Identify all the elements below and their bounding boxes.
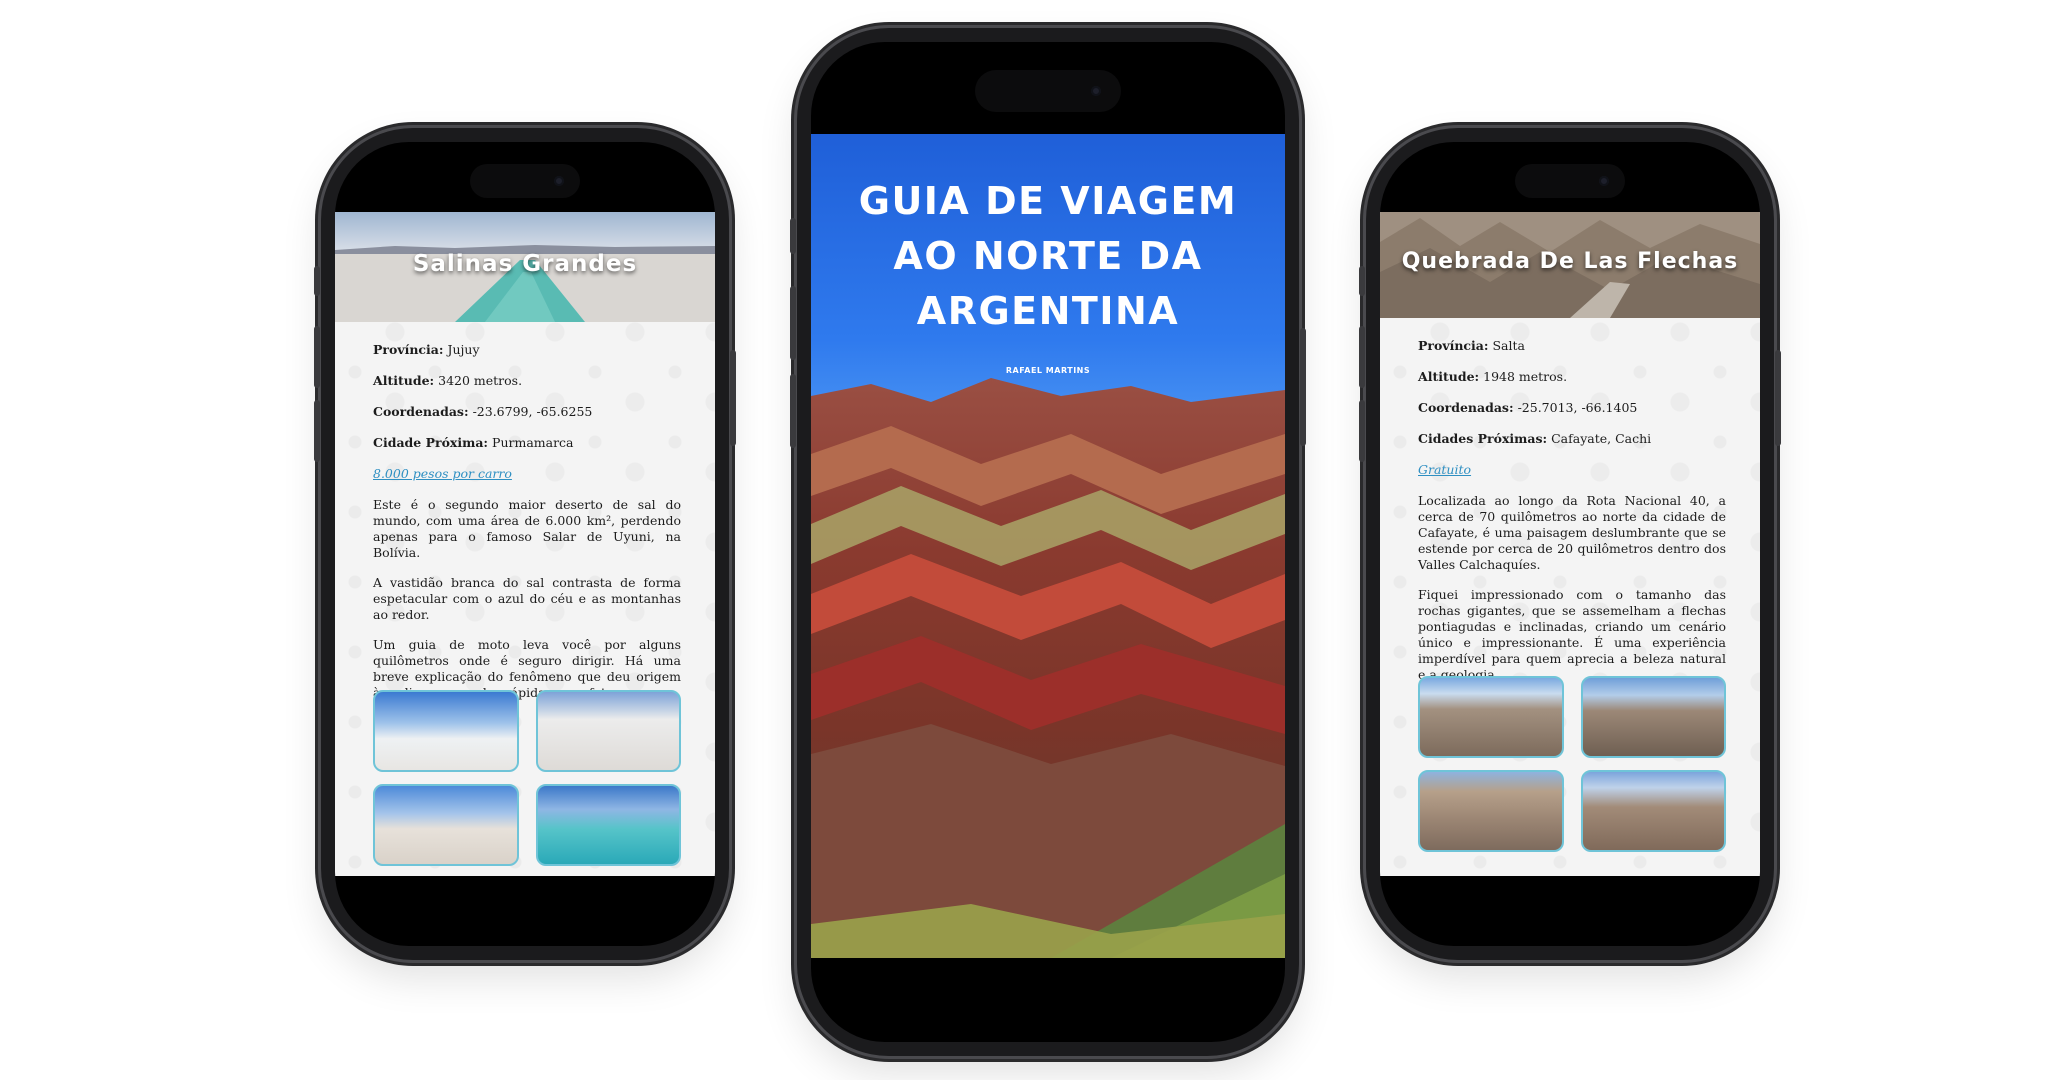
field-provincia: Província: Jujuy — [373, 342, 480, 357]
gallery-photo[interactable] — [373, 784, 519, 866]
field-coordenadas: Coordenadas: -25.7013, -66.1405 — [1418, 400, 1638, 415]
photo-gallery — [373, 690, 681, 866]
field-cidade: Cidade Próxima: Purmamarca — [373, 435, 574, 450]
price-link[interactable]: Gratuito — [1418, 462, 1471, 477]
paragraph: Este é o segundo maior deserto de sal do… — [373, 497, 681, 560]
info-section: Província: Salta Altitude: 1948 metros. … — [1418, 338, 1726, 697]
gallery-photo[interactable] — [1418, 676, 1564, 758]
field-cidades: Cidades Próximas: Cafayate, Cachi — [1418, 431, 1652, 446]
hero-banner: Salinas Grandes — [335, 212, 715, 322]
left-phone-screen: Salinas Grandes Província: Jujuy Altitud… — [335, 142, 715, 946]
gallery-photo[interactable] — [1418, 770, 1564, 852]
hero-title: Salinas Grandes — [412, 251, 638, 277]
dynamic-island — [1515, 164, 1625, 198]
paragraph: Localizada ao longo da Rota Nacional 40,… — [1418, 493, 1726, 572]
right-phone-screen: Quebrada De Las Flechas Província: Salta… — [1380, 142, 1760, 946]
field-altitude: Altitude: 3420 metros. — [373, 373, 523, 388]
cover-author: RAFAEL MARTINS — [1005, 366, 1091, 375]
gallery-photo[interactable] — [373, 690, 519, 772]
dynamic-island — [975, 70, 1121, 112]
price-link[interactable]: 8.000 pesos por carro — [373, 466, 512, 481]
paragraph: A vastidão branca do sal contrasta de fo… — [373, 575, 681, 622]
photo-gallery — [1418, 676, 1726, 852]
gallery-photo[interactable] — [535, 784, 681, 866]
hero-banner: Quebrada De Las Flechas — [1380, 212, 1760, 318]
center-phone: GUIA DE VIAGEM AO NORTE DA ARGENTINA RAF… — [790, 28, 1306, 1056]
paragraph: Fiquei impressionado com o tamanho das r… — [1418, 587, 1726, 682]
field-coordenadas: Coordenadas: -23.6799, -65.6255 — [373, 404, 593, 419]
center-phone-screen: GUIA DE VIAGEM AO NORTE DA ARGENTINA RAF… — [811, 42, 1285, 1042]
left-phone: Salinas Grandes Província: Jujuy Altitud… — [314, 128, 736, 960]
right-phone: Quebrada De Las Flechas Província: Salta… — [1359, 128, 1781, 960]
field-provincia: Província: Salta — [1418, 338, 1525, 353]
info-section: Província: Jujuy Altitude: 3420 metros. … — [373, 342, 681, 715]
hero-title: Quebrada De Las Flechas — [1401, 248, 1739, 274]
dynamic-island — [470, 164, 580, 198]
guide-page-salinas[interactable]: Salinas Grandes Província: Jujuy Altitud… — [335, 212, 715, 876]
gallery-photo[interactable] — [535, 690, 681, 772]
gallery-photo[interactable] — [1580, 770, 1726, 852]
cover-title: GUIA DE VIAGEM AO NORTE DA ARGENTINA — [858, 179, 1238, 333]
book-cover[interactable]: GUIA DE VIAGEM AO NORTE DA ARGENTINA RAF… — [811, 134, 1285, 958]
guide-page-quebrada[interactable]: Quebrada De Las Flechas Província: Salta… — [1380, 212, 1760, 876]
gallery-photo[interactable] — [1580, 676, 1726, 758]
field-altitude: Altitude: 1948 metros. — [1418, 369, 1568, 384]
